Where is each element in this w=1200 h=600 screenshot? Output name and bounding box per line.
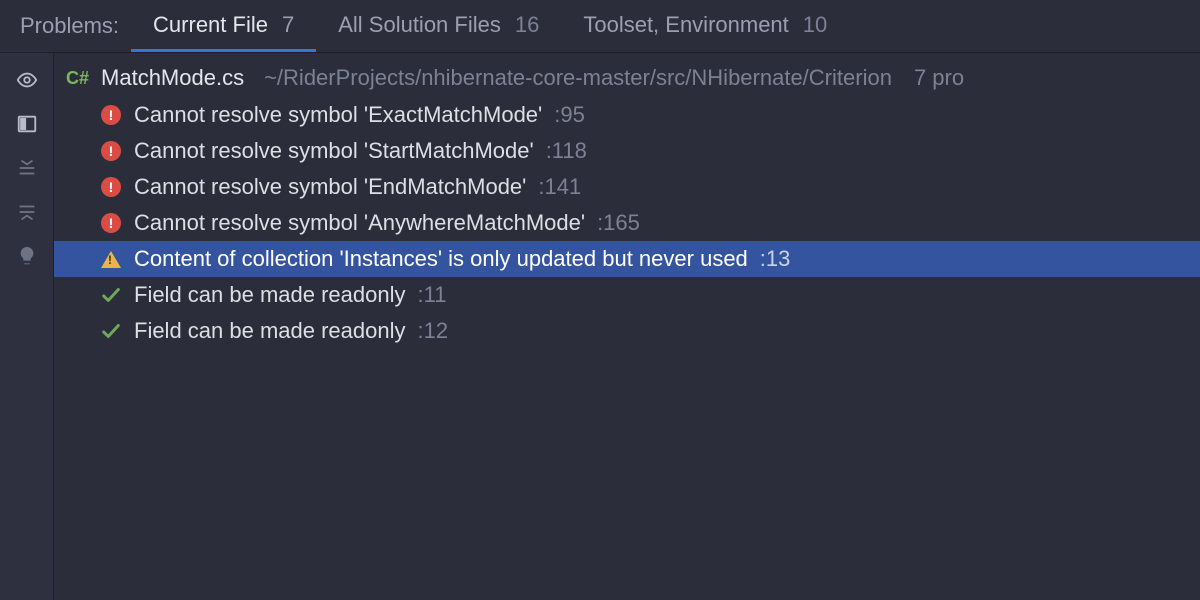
problem-row[interactable]: ! Cannot resolve symbol 'AnywhereMatchMod… [54, 205, 1200, 241]
error-icon: ! [100, 212, 122, 234]
problem-line: :13 [760, 246, 791, 272]
tab-current-file[interactable]: Current File 7 [131, 0, 316, 52]
problems-title: Problems: [8, 0, 131, 52]
file-problem-count: 7 pro [914, 65, 964, 91]
problem-row[interactable]: Content of collection 'Instances' is onl… [54, 241, 1200, 277]
tab-count: 10 [803, 12, 827, 38]
problems-content: C# MatchMode.cs ~/RiderProjects/nhiberna… [54, 53, 1200, 600]
warning-icon [100, 248, 122, 270]
error-icon: ! [100, 104, 122, 126]
problem-message: Field can be made readonly [134, 282, 406, 308]
problem-row[interactable]: ! Cannot resolve symbol 'EndMatchMode' :1… [54, 169, 1200, 205]
eye-icon[interactable] [13, 67, 41, 93]
hint-check-icon [100, 284, 122, 306]
problem-message: Cannot resolve symbol 'AnywhereMatchMode… [134, 210, 585, 236]
problems-tool-window: Problems: Current File 7 All Solution File… [0, 0, 1200, 600]
problem-message: Cannot resolve symbol 'EndMatchMode' [134, 174, 526, 200]
problems-gutter [0, 53, 54, 600]
problem-row[interactable]: !Cannot resolve symbol 'StartMatchMode' … [54, 133, 1200, 169]
problem-line: :11 [418, 282, 447, 308]
error-icon: ! [100, 140, 122, 162]
problem-line: :95 [554, 102, 585, 128]
problem-message: Cannot resolve symbol 'StartMatchMode' [134, 138, 534, 164]
problem-line: :118 [546, 138, 587, 164]
hint-check-icon [100, 320, 122, 342]
problem-line: :141 [538, 174, 581, 200]
problem-line: :165 [597, 210, 640, 236]
file-path: ~/RiderProjects/nhibernate-core-master/s… [264, 65, 892, 91]
layout-icon[interactable] [13, 111, 41, 137]
problem-message: Cannot resolve symbol 'ExactMatchMode' [134, 102, 542, 128]
tab-all-solution-files[interactable]: All Solution Files 16 [316, 0, 561, 52]
tab-label: All Solution Files [338, 12, 501, 38]
tab-toolset-environment[interactable]: Toolset, Environment 10 [561, 0, 849, 52]
problem-row[interactable]: !Cannot resolve symbol 'ExactMatchMode' … [54, 97, 1200, 133]
file-header[interactable]: C# MatchMode.cs ~/RiderProjects/nhiberna… [54, 53, 1200, 95]
expand-icon[interactable] [13, 155, 41, 181]
problem-line: :12 [418, 318, 449, 344]
language-badge: C# [66, 68, 89, 89]
bulb-icon[interactable] [13, 243, 41, 269]
collapse-icon[interactable] [13, 199, 41, 225]
tab-count: 7 [282, 12, 294, 38]
problem-row[interactable]: Field can be made readonly :11 [54, 277, 1200, 313]
problem-message: Field can be made readonly [134, 318, 406, 344]
tab-label: Current File [153, 12, 268, 38]
tab-count: 16 [515, 12, 539, 38]
problem-message: Content of collection 'Instances' is onl… [134, 246, 748, 272]
problem-row[interactable]: Field can be made readonly :12 [54, 313, 1200, 349]
file-name: MatchMode.cs [101, 65, 244, 91]
problems-list: !Cannot resolve symbol 'ExactMatchMode' … [54, 95, 1200, 349]
error-icon: ! [100, 176, 122, 198]
problems-tabs: Problems: Current File 7 All Solution File… [0, 0, 1200, 53]
problems-body: C# MatchMode.cs ~/RiderProjects/nhiberna… [0, 53, 1200, 600]
tab-label: Toolset, Environment [583, 12, 788, 38]
